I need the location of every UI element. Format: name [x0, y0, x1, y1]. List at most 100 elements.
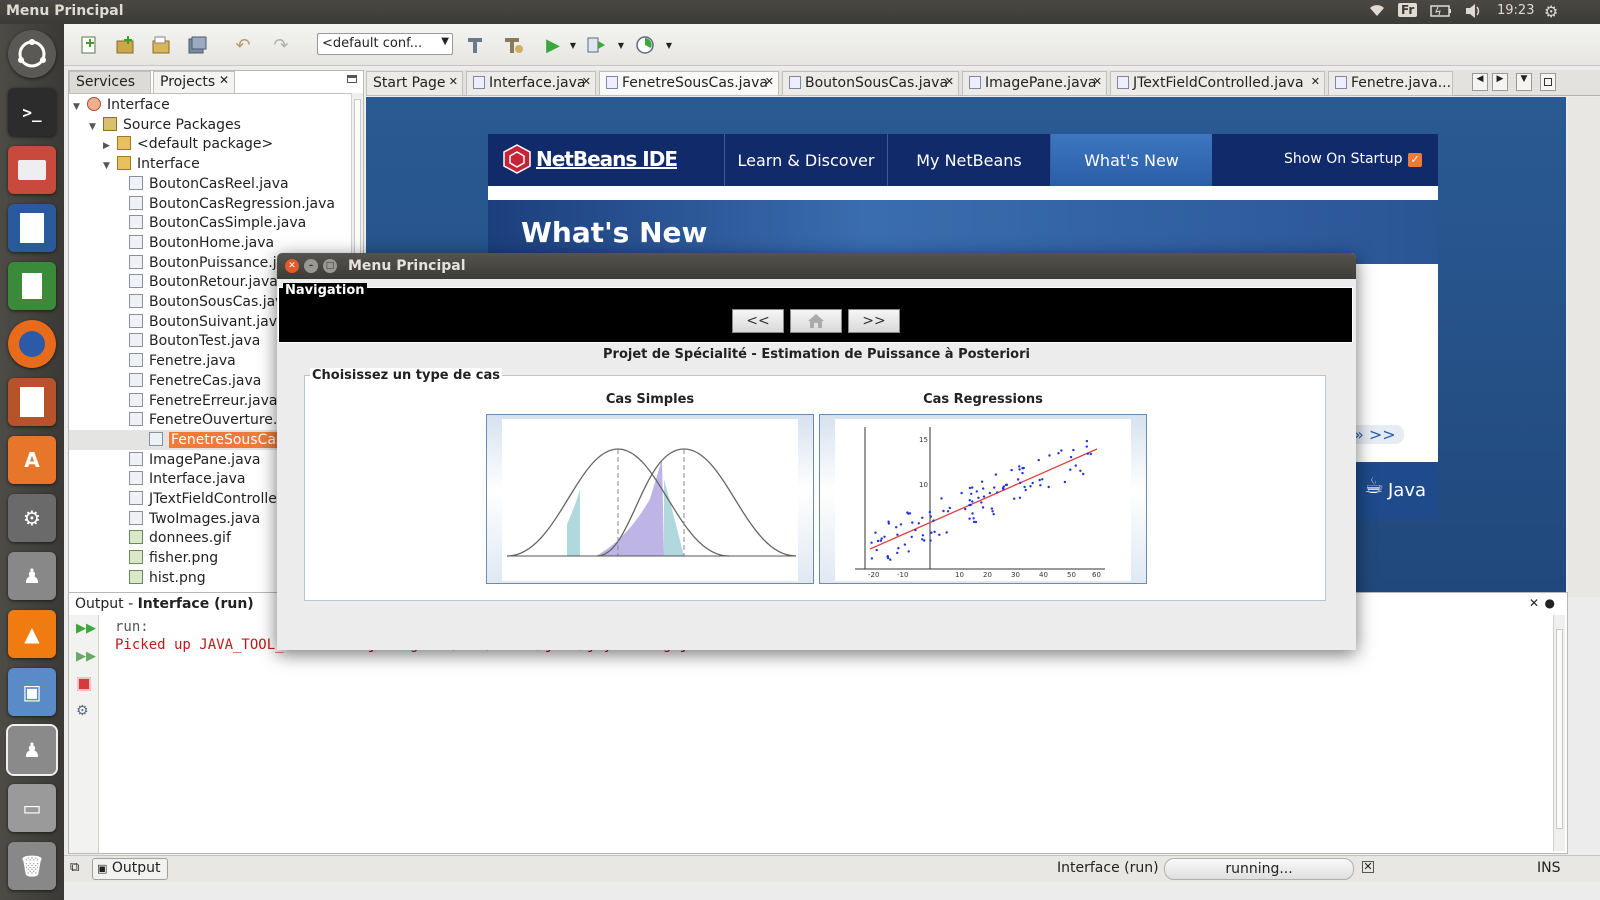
clean-build-icon[interactable]	[500, 32, 526, 58]
writer-icon[interactable]	[8, 204, 56, 252]
editor-tab[interactable]: BoutonSousCas.java ✕	[782, 71, 959, 96]
tree-item-file[interactable]: BoutonHome.java	[129, 233, 274, 253]
back-button[interactable]: <<	[732, 309, 784, 333]
undo-icon[interactable]: ↶	[230, 32, 256, 58]
output-scrollbar[interactable]	[1553, 615, 1565, 851]
case-simple-button[interactable]	[486, 414, 814, 584]
nav-my-netbeans[interactable]: My NetBeans	[887, 134, 1050, 186]
vlc-icon[interactable]: ▲	[8, 610, 56, 658]
maximize-icon[interactable]	[1540, 73, 1556, 91]
rerun-icon[interactable]: ▶▶	[76, 621, 96, 636]
tree-item-file[interactable]: BoutonRetour.java	[129, 272, 278, 292]
tree-item-file[interactable]: BoutonCasSimple.java	[129, 213, 306, 233]
tree-item-project[interactable]: ▼ Interface	[73, 95, 170, 115]
home-button[interactable]	[790, 309, 842, 333]
output-minimized-tab[interactable]: ▣ Output	[92, 858, 168, 880]
redo-icon[interactable]: ↷	[268, 32, 294, 58]
stop-icon[interactable]	[77, 677, 91, 691]
profile-icon[interactable]	[632, 32, 658, 58]
minimize-panel-icon[interactable]	[347, 75, 357, 83]
maximize-icon[interactable]: □	[323, 259, 337, 273]
impress-icon[interactable]	[8, 378, 56, 426]
panel-options-icon[interactable]: ●	[1545, 596, 1555, 610]
rerun-with-params-icon[interactable]: ▶▶	[76, 649, 96, 664]
dialog-titlebar[interactable]: ✕ – □ Menu Principal	[277, 253, 1356, 279]
close-icon[interactable]: ✕	[219, 73, 229, 87]
show-on-startup-checkbox[interactable]: ✓	[1408, 153, 1422, 167]
nav-whats-new[interactable]: What's New	[1050, 134, 1212, 186]
tree-item-file[interactable]: TwoImages.java	[129, 509, 260, 529]
editor-tab[interactable]: FenetreSousCas.java ✕	[599, 71, 779, 96]
build-icon[interactable]	[462, 32, 488, 58]
editor-tab[interactable]: Fenetre.java...	[1328, 71, 1453, 96]
tree-item-file[interactable]: BoutonSousCas.java	[129, 292, 292, 312]
expand-arrow-icon[interactable]: ▼	[73, 97, 87, 117]
tree-item-file[interactable]: FenetreCas.java	[129, 371, 261, 391]
close-icon[interactable]: ✕	[945, 75, 954, 88]
tree-item-file[interactable]: FenetreErreur.java	[129, 391, 277, 411]
editor-tab[interactable]: Start Page ✕	[366, 71, 463, 96]
tree-item-file[interactable]: hist.png	[129, 568, 206, 588]
restore-window-icon[interactable]: ⧉	[70, 860, 79, 875]
editor-tab[interactable]: ImagePane.java ✕	[962, 71, 1107, 96]
calc-icon[interactable]	[8, 262, 56, 310]
system-settings-icon[interactable]: ⚙	[8, 494, 56, 542]
tree-item-file[interactable]: donnees.gif	[129, 528, 231, 548]
wifi-icon[interactable]	[1368, 2, 1386, 22]
tab-services[interactable]: Services	[69, 71, 151, 93]
run-dropdown-icon[interactable]: ▼	[560, 32, 586, 58]
expand-arrow-icon[interactable]: ▼	[89, 117, 103, 137]
minimize-icon[interactable]: –	[304, 259, 318, 273]
editor-tab[interactable]: JTextFieldControlled.java ✕	[1110, 71, 1325, 96]
trash-icon[interactable]: 🗑	[8, 842, 56, 890]
editor-tab[interactable]: Interface.java ✕	[466, 71, 596, 96]
netbeans-running-icon[interactable]: ♟	[6, 724, 58, 776]
tabs-right-icon[interactable]: ▶	[1492, 73, 1508, 91]
close-icon[interactable]: ✕	[285, 259, 299, 273]
tabs-list-icon[interactable]: ▼	[1516, 73, 1532, 91]
new-file-icon[interactable]	[76, 32, 102, 58]
tree-item-package[interactable]: ▼ Interface	[103, 154, 200, 174]
save-all-icon[interactable]	[184, 32, 210, 58]
tree-item-file[interactable]: ImagePane.java	[129, 450, 261, 470]
close-icon[interactable]: ✕	[1093, 75, 1102, 88]
tab-projects[interactable]: Projects ✕	[153, 71, 235, 93]
firefox-icon[interactable]	[8, 320, 56, 368]
clock[interactable]: 19:23	[1497, 3, 1534, 18]
tree-item-file[interactable]: BoutonSuivant.java	[129, 312, 286, 332]
debug-icon[interactable]	[584, 32, 610, 58]
software-center-icon[interactable]: A	[8, 436, 56, 484]
tree-item-file[interactable]: Interface.java	[129, 469, 245, 489]
terminal-icon[interactable]: >_	[8, 88, 56, 136]
volume-icon[interactable]	[1464, 3, 1484, 23]
tree-item-file[interactable]: BoutonTest.java	[129, 331, 260, 351]
debug-dropdown-icon[interactable]: ▼	[608, 32, 634, 58]
nav-learn-discover[interactable]: Learn & Discover	[724, 134, 887, 186]
tree-item-package[interactable]: ▶ <default package>	[103, 134, 273, 154]
profile-dropdown-icon[interactable]: ▼	[656, 32, 682, 58]
close-icon[interactable]: ✕	[1311, 75, 1320, 88]
battery-icon[interactable]	[1430, 4, 1452, 22]
files-icon[interactable]	[8, 146, 56, 194]
close-icon[interactable]: ✕	[1529, 596, 1539, 610]
tree-item-folder[interactable]: ▼ Source Packages	[89, 115, 241, 135]
gear-icon[interactable]: ⚙	[1544, 2, 1558, 21]
expand-arrow-icon[interactable]: ▼	[103, 156, 117, 176]
tree-item-file[interactable]: BoutonCasRegression.java	[129, 194, 335, 214]
tabs-left-icon[interactable]: ◀	[1472, 73, 1488, 91]
forward-button[interactable]: >>	[848, 309, 900, 333]
open-project-icon[interactable]	[148, 32, 174, 58]
case-regression-button[interactable]: 15 10 -20 -10 10 20 30 40 50 60	[819, 414, 1147, 584]
netbeans-duke-icon[interactable]: ♟	[8, 552, 56, 600]
ubuntu-logo-icon[interactable]	[8, 30, 56, 78]
close-icon[interactable]: ✕	[582, 75, 591, 88]
keyboard-layout-indicator[interactable]: Fr	[1398, 3, 1418, 17]
settings-icon[interactable]: ⚙	[76, 703, 89, 719]
tree-item-file[interactable]: BoutonCasReel.java	[129, 174, 289, 194]
close-icon[interactable]: ✕	[765, 75, 774, 88]
tree-item-file[interactable]: Fenetre.java	[129, 351, 236, 371]
tree-item-file[interactable]: fisher.png	[129, 548, 218, 568]
configuration-select[interactable]: <default conf... ▼	[317, 33, 453, 55]
drive-icon[interactable]: ▭	[8, 784, 56, 832]
new-project-icon[interactable]	[112, 32, 138, 58]
